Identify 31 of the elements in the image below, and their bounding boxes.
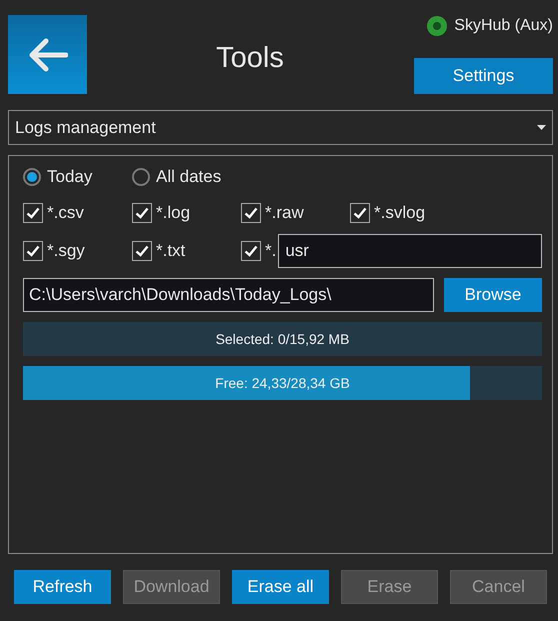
extension-checkbox[interactable]: *.svlog (350, 196, 542, 230)
checkmark-icon (353, 207, 367, 219)
browse-button[interactable]: Browse (444, 278, 542, 312)
extension-input-field[interactable]: usr (278, 234, 542, 268)
extension-checkbox[interactable]: *.csv (23, 196, 132, 230)
page-title: Tools (215, 42, 285, 75)
extension-checkbox[interactable]: *. (241, 234, 276, 268)
checkmark-icon (135, 245, 149, 257)
action-button[interactable]: Erase all (232, 570, 329, 604)
checkmark-icon (244, 207, 258, 219)
date-radio[interactable]: Today (23, 167, 132, 187)
path-input-field[interactable]: C:\Users\varch\Downloads\Today_Logs\ (23, 278, 434, 312)
checkmark-icon (244, 245, 258, 257)
date-radio[interactable]: All dates (132, 167, 241, 187)
dropdown-value: Logs management (15, 118, 156, 138)
arrow-left-icon (28, 38, 68, 72)
checkmark-icon (135, 207, 149, 219)
extension-checkbox[interactable]: *.raw (241, 196, 350, 230)
device-name: SkyHub (Aux) (454, 17, 553, 35)
settings-button[interactable]: Settings (414, 58, 553, 94)
checkmark-icon (26, 245, 40, 257)
usage-label: Selected: 0/15,92 MB (216, 331, 350, 347)
mode-dropdown[interactable]: Logs management (8, 110, 553, 145)
checkmark-icon (26, 207, 40, 219)
extension-checkbox[interactable]: *.sgy (23, 234, 132, 268)
action-button[interactable]: Refresh (14, 570, 111, 604)
extension-checkbox[interactable]: *.txt (132, 234, 241, 268)
caret-icon (537, 125, 546, 130)
usage-label: Free: 24,33/28,34 GB (215, 375, 350, 391)
extension-checkbox[interactable]: *.log (132, 196, 241, 230)
back-button[interactable] (8, 15, 87, 94)
